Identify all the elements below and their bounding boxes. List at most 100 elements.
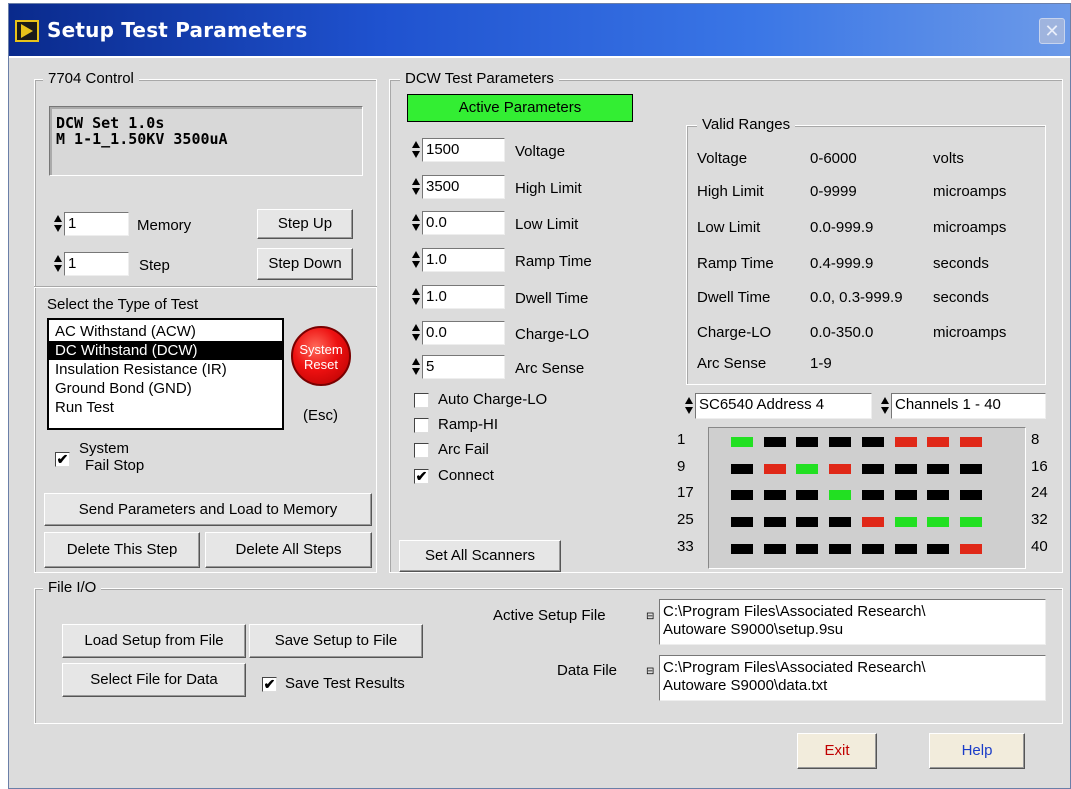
save-results-checkbox[interactable]: ✔: [262, 677, 277, 692]
divider: [34, 286, 377, 288]
window-title: Setup Test Parameters: [47, 18, 308, 42]
step-up-button[interactable]: Step Up: [257, 209, 353, 239]
test-display: DCW Set 1.0s M 1-1_1.50KV 3500uA: [49, 106, 363, 176]
channel-indicator-12[interactable]: [829, 464, 851, 474]
option-checkbox[interactable]: [414, 443, 429, 458]
test-type-item[interactable]: Ground Bond (GND): [49, 379, 282, 398]
param-spinner[interactable]: [411, 175, 421, 199]
channel-indicator-28[interactable]: [829, 517, 851, 527]
param-input[interactable]: 1.0: [422, 285, 505, 309]
active-setup-path-line-1: C:\Program Files\Associated Research\: [663, 603, 926, 620]
test-type-item[interactable]: Insulation Resistance (IR): [49, 360, 282, 379]
step-down-button[interactable]: Step Down: [257, 248, 353, 280]
fail-stop-line-1: System: [79, 440, 130, 457]
title-bar: Setup Test Parameters ✕: [9, 4, 1070, 56]
channel-indicator-13[interactable]: [862, 464, 884, 474]
option-checkbox[interactable]: [414, 393, 429, 408]
channel-indicator-15[interactable]: [927, 464, 949, 474]
reset-line-2: Reset: [304, 357, 338, 372]
channel-indicator-4[interactable]: [829, 437, 851, 447]
channel-indicator-36[interactable]: [829, 544, 851, 554]
channel-indicator-16[interactable]: [960, 464, 982, 474]
esc-label: (Esc): [303, 407, 338, 424]
channel-indicator-24[interactable]: [960, 490, 982, 500]
memory-input[interactable]: 1: [64, 212, 129, 236]
param-input[interactable]: 5: [422, 355, 505, 379]
param-input[interactable]: 1500: [422, 138, 505, 162]
channel-indicator-33[interactable]: [731, 544, 753, 554]
channel-indicator-9[interactable]: [731, 464, 753, 474]
channel-indicator-23[interactable]: [927, 490, 949, 500]
fail-stop-checkbox[interactable]: ✔: [55, 452, 70, 467]
channel-indicator-38[interactable]: [895, 544, 917, 554]
channel-indicator-26[interactable]: [764, 517, 786, 527]
channel-indicator-34[interactable]: [764, 544, 786, 554]
channel-indicator-22[interactable]: [895, 490, 917, 500]
channel-indicator-3[interactable]: [796, 437, 818, 447]
test-type-list[interactable]: AC Withstand (ACW) DC Withstand (DCW) Insu…: [47, 318, 284, 430]
channel-indicator-17[interactable]: [731, 490, 753, 500]
system-reset-button[interactable]: System Reset: [291, 326, 351, 386]
exit-button[interactable]: Exit: [797, 733, 877, 769]
param-input[interactable]: 3500: [422, 175, 505, 199]
channel-indicator-32[interactable]: [960, 517, 982, 527]
param-input[interactable]: 1.0: [422, 248, 505, 272]
range-value: 0-9999: [810, 183, 857, 200]
channel-indicator-30[interactable]: [895, 517, 917, 527]
active-setup-path[interactable]: C:\Program Files\Associated Research\ Au…: [659, 599, 1046, 645]
param-spinner[interactable]: [411, 321, 421, 345]
channel-indicator-20[interactable]: [829, 490, 851, 500]
channel-indicator-8[interactable]: [960, 437, 982, 447]
channel-indicator-35[interactable]: [796, 544, 818, 554]
select-data-file-button[interactable]: Select File for Data: [62, 663, 246, 697]
active-setup-path-line-2: Autoware S9000\setup.9su: [663, 621, 844, 638]
channel-indicator-27[interactable]: [796, 517, 818, 527]
channel-indicator-14[interactable]: [895, 464, 917, 474]
channel-indicator-19[interactable]: [796, 490, 818, 500]
close-icon[interactable]: ✕: [1039, 18, 1065, 44]
scanner-address-field[interactable]: SC6540 Address 4: [695, 393, 872, 419]
channel-indicator-39[interactable]: [927, 544, 949, 554]
help-button[interactable]: Help: [929, 733, 1025, 769]
channel-indicator-29[interactable]: [862, 517, 884, 527]
test-type-item[interactable]: Run Test: [49, 398, 282, 417]
delete-step-button[interactable]: Delete This Step: [44, 532, 200, 568]
channel-indicator-25[interactable]: [731, 517, 753, 527]
param-input[interactable]: 0.0: [422, 211, 505, 235]
channel-indicator-40[interactable]: [960, 544, 982, 554]
load-setup-button[interactable]: Load Setup from File: [62, 624, 246, 658]
step-input[interactable]: 1: [64, 252, 129, 276]
memory-spinner[interactable]: [53, 212, 63, 236]
param-spinner[interactable]: [411, 248, 421, 272]
delete-all-steps-button[interactable]: Delete All Steps: [205, 532, 372, 568]
channel-indicator-37[interactable]: [862, 544, 884, 554]
step-spinner[interactable]: [53, 252, 63, 276]
channel-indicator-2[interactable]: [764, 437, 786, 447]
param-spinner[interactable]: [411, 138, 421, 162]
channel-indicator-5[interactable]: [862, 437, 884, 447]
param-spinner[interactable]: [411, 285, 421, 309]
channel-indicator-31[interactable]: [927, 517, 949, 527]
param-input[interactable]: 0.0: [422, 321, 505, 345]
scanner-address-spinner[interactable]: [684, 394, 694, 418]
option-checkbox[interactable]: ✔: [414, 469, 429, 484]
range-name: Charge-LO: [697, 324, 772, 341]
param-spinner[interactable]: [411, 211, 421, 235]
channels-spinner[interactable]: [880, 394, 890, 418]
channel-indicator-10[interactable]: [764, 464, 786, 474]
channel-indicator-18[interactable]: [764, 490, 786, 500]
param-spinner[interactable]: [411, 355, 421, 379]
channel-indicator-7[interactable]: [927, 437, 949, 447]
test-type-item[interactable]: AC Withstand (ACW): [49, 322, 282, 341]
data-file-path[interactable]: C:\Program Files\Associated Research\ Au…: [659, 655, 1046, 701]
channel-indicator-21[interactable]: [862, 490, 884, 500]
channel-indicator-6[interactable]: [895, 437, 917, 447]
option-checkbox[interactable]: [414, 418, 429, 433]
save-setup-button[interactable]: Save Setup to File: [249, 624, 423, 658]
channel-indicator-1[interactable]: [731, 437, 753, 447]
test-type-item[interactable]: DC Withstand (DCW): [49, 341, 282, 360]
send-parameters-button[interactable]: Send Parameters and Load to Memory: [44, 493, 372, 526]
channels-field[interactable]: Channels 1 - 40: [891, 393, 1046, 419]
set-all-scanners-button[interactable]: Set All Scanners: [399, 540, 561, 572]
channel-indicator-11[interactable]: [796, 464, 818, 474]
